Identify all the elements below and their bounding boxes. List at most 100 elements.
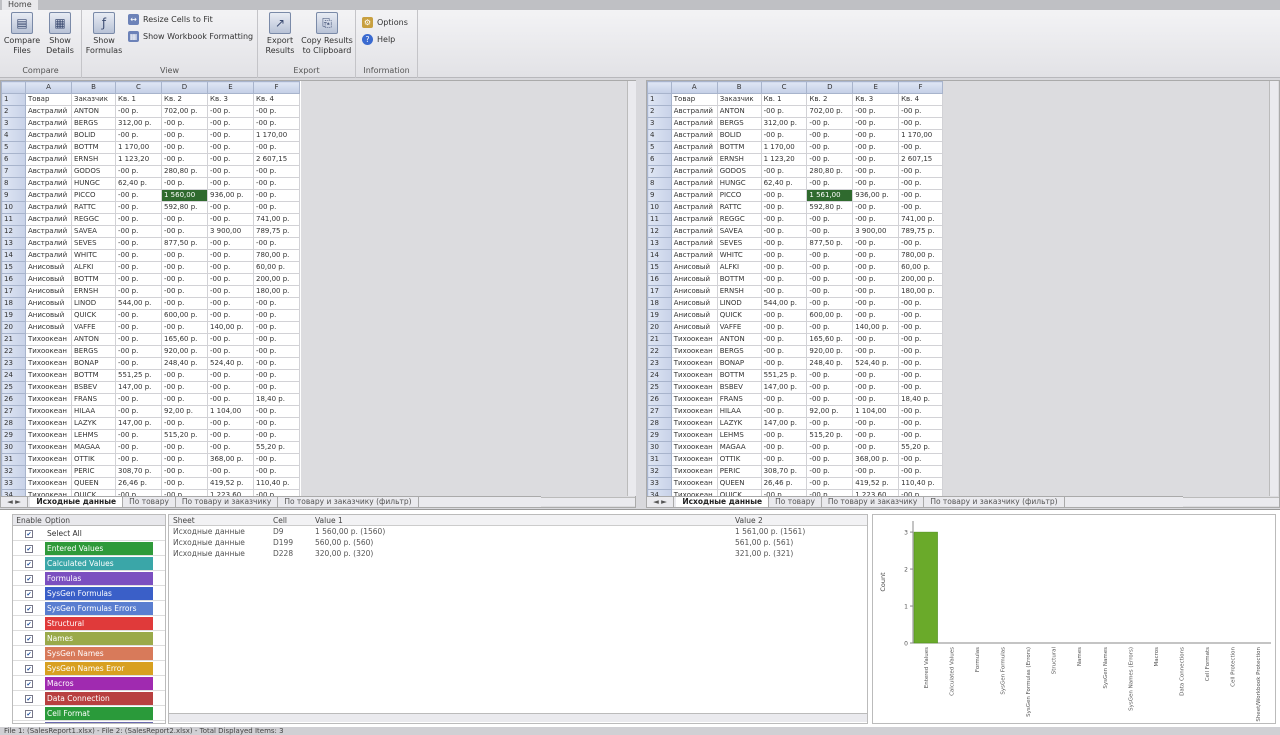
sheet-cell[interactable]: 200,00 р. bbox=[253, 273, 300, 286]
sheet-cell[interactable]: WHITC bbox=[716, 249, 762, 262]
sheet-cell[interactable]: -00 р. bbox=[852, 309, 900, 322]
sheet-cell[interactable]: -00 р. bbox=[253, 345, 300, 358]
row-header[interactable]: 1 bbox=[647, 93, 672, 106]
sheet-cell[interactable]: -00 р. bbox=[898, 453, 943, 466]
row-header[interactable]: 24 bbox=[647, 369, 672, 382]
sheet-cell[interactable]: ALFKI bbox=[71, 261, 116, 274]
option-label[interactable]: Entered Values bbox=[45, 541, 153, 555]
sheet-cell[interactable]: -00 р. bbox=[115, 201, 162, 214]
sheet-cell[interactable]: 2 607,15 bbox=[898, 153, 943, 166]
show-details-button[interactable]: ▦ Show Details bbox=[40, 12, 80, 60]
sheet-cell[interactable]: 308,70 р. bbox=[115, 465, 162, 478]
sheet-cell[interactable]: Тихоокеан bbox=[25, 393, 72, 406]
row-header[interactable]: 33 bbox=[647, 477, 672, 490]
sheet-cell[interactable]: 515,20 р. bbox=[806, 429, 854, 442]
row-header[interactable]: 31 bbox=[1, 453, 26, 466]
sheet-cell[interactable]: LINOD bbox=[71, 297, 116, 310]
sheet-cell[interactable]: 92,00 р. bbox=[161, 405, 208, 418]
sheet-cell[interactable]: PERIC bbox=[716, 465, 762, 478]
sheet-cell[interactable]: -00 р. bbox=[760, 357, 808, 370]
row-header[interactable]: 7 bbox=[647, 165, 672, 178]
sheet-cell[interactable]: 524,40 р. bbox=[852, 357, 900, 370]
sheet-cell[interactable]: -00 р. bbox=[253, 141, 300, 154]
corner-cell[interactable] bbox=[1, 81, 26, 94]
sheet-cell[interactable]: 248,40 р. bbox=[161, 357, 208, 370]
sheet-cell[interactable]: Австралий bbox=[670, 213, 718, 226]
sheet-cell[interactable]: 60,00 р. bbox=[898, 261, 943, 274]
sheet-cell[interactable]: -00 р. bbox=[760, 345, 808, 358]
row-header[interactable]: 18 bbox=[647, 297, 672, 310]
left-vertical-scrollbar[interactable] bbox=[627, 81, 636, 496]
sheet-cell[interactable]: 312,00 р. bbox=[115, 117, 162, 130]
sheet-cell[interactable]: -00 р. bbox=[806, 129, 854, 142]
sheet-cell[interactable]: Австралий bbox=[25, 225, 72, 238]
sheet-cell[interactable]: Кв. 4 bbox=[898, 93, 943, 106]
sheet-cell[interactable]: Кв. 2 bbox=[161, 93, 208, 106]
sheet-cell[interactable]: -00 р. bbox=[806, 117, 854, 130]
sheet-cell[interactable]: QUEEN bbox=[71, 477, 116, 490]
sheet-cell[interactable]: -00 р. bbox=[898, 177, 943, 190]
sheet-cell[interactable]: -00 р. bbox=[806, 261, 854, 274]
option-checkbox[interactable]: ✔ bbox=[25, 679, 33, 688]
column-header[interactable]: D bbox=[806, 81, 854, 94]
sheet-cell[interactable]: -00 р. bbox=[161, 285, 208, 298]
column-header[interactable]: A bbox=[25, 81, 72, 94]
export-results-button[interactable]: ↗ Export Results bbox=[260, 12, 300, 60]
sheet-cell[interactable]: 524,40 р. bbox=[207, 357, 254, 370]
sheet-cell[interactable]: -00 р. bbox=[207, 237, 254, 250]
sheet-cell[interactable]: -00 р. bbox=[161, 369, 208, 382]
sheet-cell[interactable]: -00 р. bbox=[806, 249, 854, 262]
sheet-cell[interactable]: LAZYK bbox=[71, 417, 116, 430]
sheet-cell[interactable]: -00 р. bbox=[852, 429, 900, 442]
sheet-cell[interactable]: 1 170,00 bbox=[898, 129, 943, 142]
sheet-cell[interactable]: PICCO bbox=[71, 189, 116, 202]
sheet-cell[interactable]: -00 р. bbox=[760, 333, 808, 346]
sheet-cell[interactable]: QUICK bbox=[716, 309, 762, 322]
sheet-cell[interactable]: -00 р. bbox=[207, 465, 254, 478]
sheet-cell[interactable]: Товар bbox=[670, 93, 718, 106]
sheet-cell[interactable]: -00 р. bbox=[898, 165, 943, 178]
sheet-cell[interactable]: Тихоокеан bbox=[670, 405, 718, 418]
sheet-cell[interactable]: -00 р. bbox=[898, 429, 943, 442]
sheet-cell[interactable]: 248,40 р. bbox=[806, 357, 854, 370]
sheet-cell[interactable]: Австралий bbox=[25, 213, 72, 226]
sheet-cell[interactable]: 702,00 р. bbox=[806, 105, 854, 118]
column-header[interactable]: C bbox=[760, 81, 808, 94]
copy-results-button[interactable]: ⎘ Copy Results to Clipboard bbox=[298, 12, 356, 60]
sheet-cell[interactable]: -00 р. bbox=[852, 153, 900, 166]
sheet-cell[interactable]: -00 р. bbox=[161, 321, 208, 334]
row-header[interactable]: 17 bbox=[1, 285, 26, 298]
sheet-cell[interactable]: -00 р. bbox=[115, 249, 162, 262]
sheet-tab[interactable]: Исходные данные bbox=[676, 497, 770, 507]
row-header[interactable]: 16 bbox=[647, 273, 672, 286]
sheet-cell[interactable]: Кв. 3 bbox=[852, 93, 900, 106]
sheet-cell[interactable]: 280,80 р. bbox=[161, 165, 208, 178]
sheet-cell[interactable]: -00 р. bbox=[898, 141, 943, 154]
sheet-cell[interactable]: -00 р. bbox=[207, 345, 254, 358]
differences-horizontal-scrollbar[interactable] bbox=[169, 713, 867, 722]
sheet-cell[interactable]: -00 р. bbox=[207, 213, 254, 226]
sheet-cell[interactable]: 741,00 р. bbox=[898, 213, 943, 226]
sheet-cell[interactable]: Тихоокеан bbox=[670, 477, 718, 490]
sheet-cell[interactable]: -00 р. bbox=[207, 333, 254, 346]
sheet-cell[interactable]: 312,00 р. bbox=[760, 117, 808, 130]
option-checkbox[interactable]: ✔ bbox=[25, 529, 33, 538]
sheet-cell[interactable]: Австралий bbox=[25, 105, 72, 118]
sheet-cell[interactable]: -00 р. bbox=[852, 141, 900, 154]
sheet-cell[interactable]: -00 р. bbox=[760, 285, 808, 298]
sheet-cell[interactable]: -00 р. bbox=[161, 117, 208, 130]
sheet-cell[interactable]: GODOS bbox=[71, 165, 116, 178]
sheet-cell[interactable]: 18,40 р. bbox=[253, 393, 300, 406]
sheet-cell[interactable]: -00 р. bbox=[115, 357, 162, 370]
option-label[interactable]: SysGen Names bbox=[45, 646, 153, 660]
sheet-cell[interactable]: 515,20 р. bbox=[161, 429, 208, 442]
row-header[interactable]: 15 bbox=[647, 261, 672, 274]
sheet-cell[interactable]: Австралий bbox=[25, 189, 72, 202]
sheet-cell[interactable]: -00 р. bbox=[115, 321, 162, 334]
sheet-cell[interactable]: 180,00 р. bbox=[898, 285, 943, 298]
sheet-cell[interactable]: WHITC bbox=[71, 249, 116, 262]
sheet-cell[interactable]: QUICK bbox=[71, 309, 116, 322]
sheet-cell[interactable]: -00 р. bbox=[253, 177, 300, 190]
sheet-cell[interactable]: -00 р. bbox=[161, 213, 208, 226]
sheet-cell[interactable]: 180,00 р. bbox=[253, 285, 300, 298]
